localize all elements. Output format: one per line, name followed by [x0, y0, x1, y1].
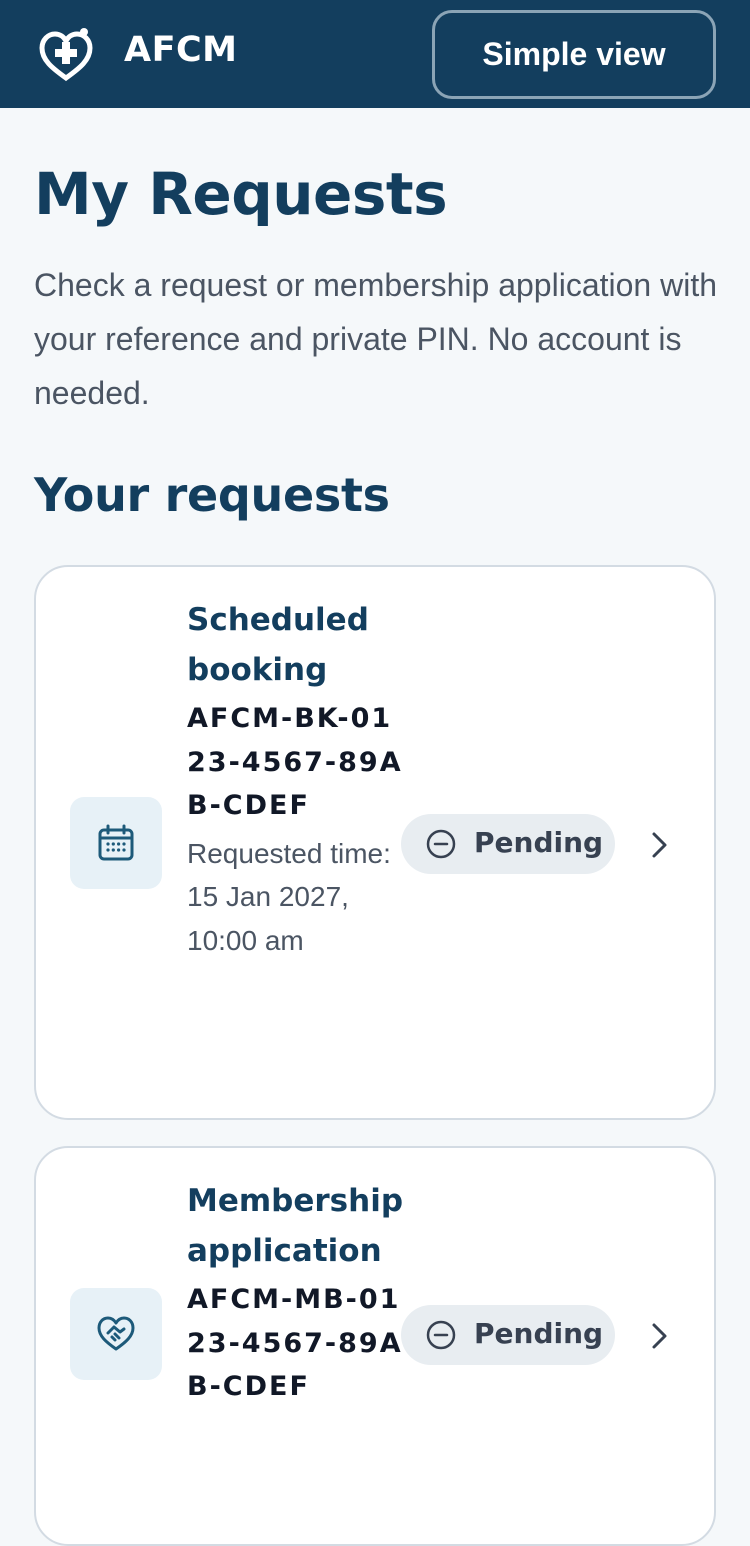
pending-icon	[426, 829, 456, 859]
pending-icon	[426, 1320, 456, 1350]
afcm-logo-icon	[39, 28, 93, 82]
request-type: Scheduled booking	[187, 602, 369, 688]
app-header: AFCM Simple view	[0, 0, 750, 108]
request-type-icon-box	[70, 1288, 162, 1380]
request-card[interactable]: Scheduled booking AFCM-BK-0123-4567-89AB…	[34, 565, 716, 1120]
page-intro: Check a request or membership applicatio…	[34, 267, 717, 411]
request-type-icon-box	[70, 797, 162, 889]
chevron-right-icon[interactable]	[648, 1321, 672, 1351]
status-label: Pending	[474, 826, 604, 859]
request-details: Membership application AFCM-MB-0123-4567…	[187, 1176, 407, 1409]
chevron-right-icon[interactable]	[648, 830, 672, 860]
request-details: Scheduled booking AFCM-BK-0123-4567-89AB…	[187, 595, 407, 962]
status-badge: Pending	[401, 814, 615, 874]
status-label: Pending	[474, 1317, 604, 1350]
calendar-icon	[98, 824, 134, 861]
section-title: Your requests	[34, 468, 390, 522]
request-card[interactable]: Membership application AFCM-MB-0123-4567…	[34, 1146, 716, 1546]
status-badge: Pending	[401, 1305, 615, 1365]
request-reference: AFCM-BK-0123-4567-89AB-CDEF	[187, 703, 403, 821]
request-reference: AFCM-MB-0123-4567-89AB-CDEF	[187, 1284, 403, 1402]
brand-name: AFCM	[124, 30, 238, 70]
heart-handshake-icon	[97, 1316, 135, 1351]
page-title: My Requests	[34, 160, 448, 228]
simple-view-button[interactable]: Simple view	[432, 10, 716, 99]
request-type: Membership application	[187, 1183, 404, 1269]
request-time: Requested time: 15 Jan 2027, 10:00 am	[187, 837, 391, 956]
